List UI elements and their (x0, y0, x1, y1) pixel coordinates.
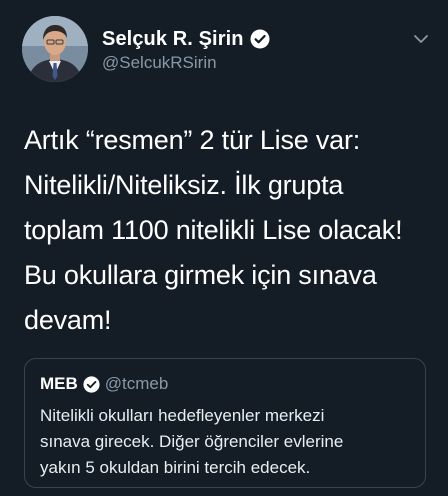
avatar[interactable] (22, 16, 88, 82)
tweet-text-line: Bu okullara girmek için sınava (24, 260, 377, 290)
tweet-card: Selçuk R. Şirin @SelcukRSirin Artık “res… (0, 0, 448, 496)
quoted-author-name: MEB (40, 374, 78, 393)
quoted-author-handle: @tcmeb (104, 374, 169, 393)
quoted-author-row: MEB @tcmeb (40, 374, 168, 394)
tweet-text-line: Artık “resmen” 2 tür Lise var: (24, 125, 361, 155)
verified-badge-icon (250, 29, 270, 49)
verified-badge-icon (83, 375, 100, 393)
chevron-down-icon[interactable] (412, 30, 430, 48)
profile-photo (22, 16, 88, 82)
tweet-text: Artık “resmen” 2 tür Lise var: Nitelikli… (24, 118, 434, 343)
quoted-text-line: Nitelikli okulları hedefleyenler merkezi (40, 406, 325, 425)
tweet-text-line: devam! (24, 305, 112, 335)
tweet-text-line: toplam 1100 nitelikli Lise olacak! (24, 215, 403, 245)
quoted-text-line: yakın 5 okuldan birini tercih edecek. (40, 458, 311, 477)
author-display-name[interactable]: Selçuk R. Şirin (102, 28, 244, 51)
author-name-row[interactable]: Selçuk R. Şirin (102, 27, 270, 51)
tweet-text-line: Nitelikli/Niteliksiz. İlk grupta (24, 170, 344, 200)
quoted-tweet[interactable]: MEB @tcmeb Nitelikli okulları hedefleyen… (24, 358, 426, 488)
author-handle[interactable]: @SelcukRSirin (102, 53, 217, 73)
quoted-text-line: sınava girecek. Diğer öğrenciler evlerin… (40, 432, 344, 451)
quoted-tweet-text: Nitelikli okulları hedefleyenler merkezi… (40, 403, 416, 481)
